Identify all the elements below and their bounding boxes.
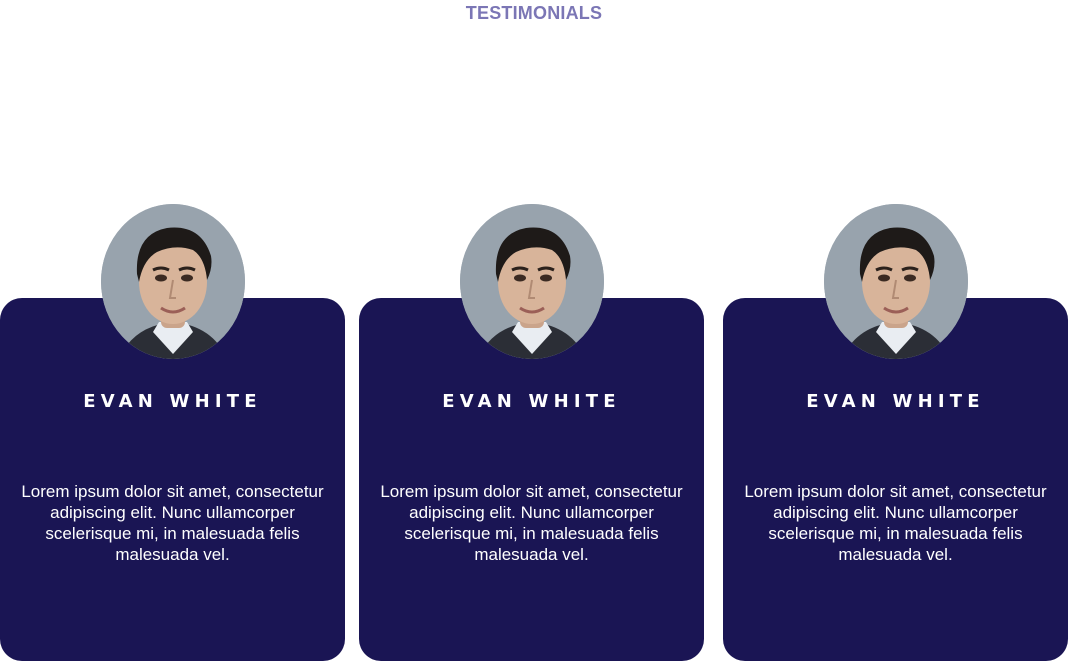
avatar [459, 204, 604, 359]
section-title: TESTIMONIALS [465, 3, 603, 23]
person-portrait-icon [459, 204, 604, 359]
testimonial-name: EVAN WHITE [83, 391, 262, 412]
testimonial-name: EVAN WHITE [806, 391, 985, 412]
avatar [100, 204, 245, 359]
person-portrait-icon [100, 204, 245, 359]
testimonial-card: EVAN WHITE Lorem ipsum dolor sit amet, c… [723, 204, 1068, 661]
testimonial-quote: Lorem ipsum dolor sit amet, consectetur … [380, 482, 683, 564]
avatar [823, 204, 968, 359]
testimonial-card: EVAN WHITE Lorem ipsum dolor sit amet, c… [359, 204, 704, 661]
testimonial-name: EVAN WHITE [442, 391, 621, 412]
testimonial-card: EVAN WHITE Lorem ipsum dolor sit amet, c… [0, 204, 345, 661]
person-portrait-icon [823, 204, 968, 359]
testimonial-quote: Lorem ipsum dolor sit amet, consectetur … [744, 482, 1047, 564]
testimonial-quote: Lorem ipsum dolor sit amet, consectetur … [21, 482, 324, 564]
